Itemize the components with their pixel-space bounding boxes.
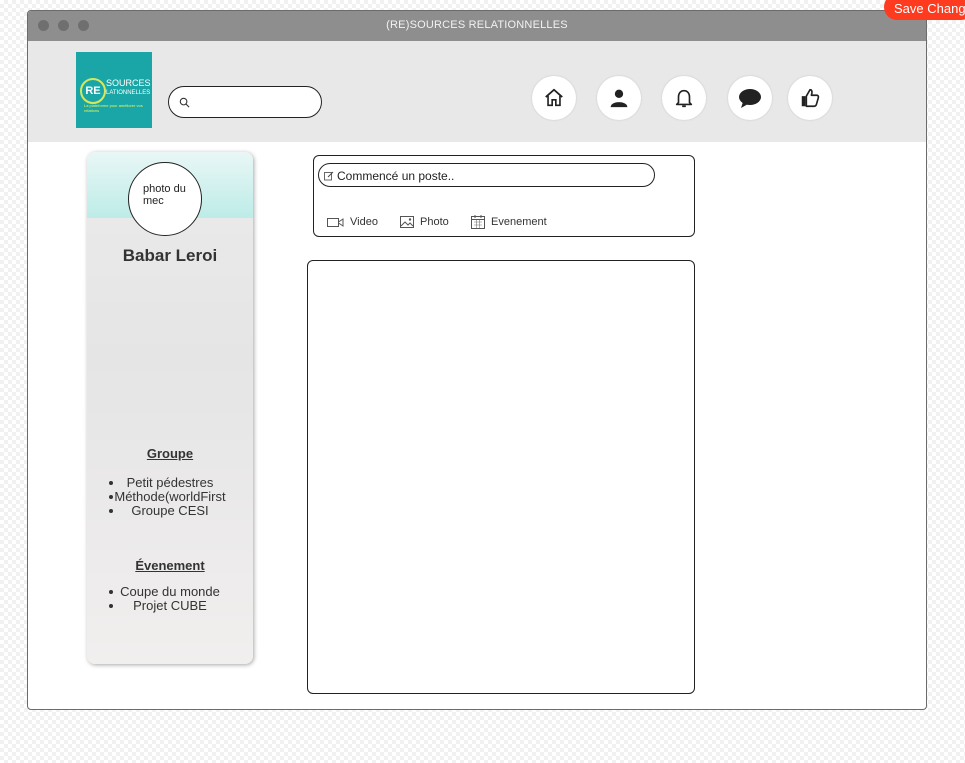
brand-logo[interactable]: RE SOURCES LATIONNELLES La plateforme po… bbox=[76, 52, 152, 128]
event-item[interactable]: Coupe du monde bbox=[87, 585, 253, 599]
nav-profile-button[interactable] bbox=[597, 76, 641, 120]
edit-icon bbox=[324, 171, 334, 181]
post-composer: Commencé un poste.. Video Photo Evenemen… bbox=[313, 155, 695, 237]
events-list: Coupe du monde Projet CUBE bbox=[87, 585, 253, 613]
nav-likes-button[interactable] bbox=[788, 76, 832, 120]
user-icon bbox=[610, 89, 628, 108]
home-icon bbox=[545, 88, 563, 107]
add-video-button[interactable]: Video bbox=[327, 214, 378, 230]
title-bar: (RE)SOURCES RELATIONNELLES bbox=[28, 11, 926, 41]
groups-list: Petit pédestres Méthode(worldFirst Group… bbox=[87, 476, 253, 518]
event-item[interactable]: Projet CUBE bbox=[87, 599, 253, 613]
groups-title: Groupe bbox=[146, 446, 194, 461]
calendar-icon bbox=[471, 215, 485, 229]
window-title: (RE)SOURCES RELATIONNELLES bbox=[386, 19, 568, 31]
chat-icon bbox=[739, 89, 761, 108]
nav-notifications-button[interactable] bbox=[662, 76, 706, 120]
search-icon bbox=[179, 97, 190, 108]
search-bar[interactable] bbox=[168, 86, 322, 118]
add-event-button[interactable]: Evenement bbox=[471, 214, 547, 230]
save-changes-button[interactable]: Save Change bbox=[884, 0, 965, 20]
group-item[interactable]: Méthode(worldFirst bbox=[87, 490, 253, 504]
nav-messages-button[interactable] bbox=[728, 76, 772, 120]
user-name[interactable]: Babar Leroi bbox=[87, 246, 253, 266]
group-item[interactable]: Petit pédestres bbox=[87, 476, 253, 490]
image-icon bbox=[400, 216, 414, 228]
top-header: RE SOURCES LATIONNELLES La plateforme po… bbox=[28, 41, 926, 142]
avatar-placeholder-text: photo du mec bbox=[143, 183, 186, 207]
nav-home-button[interactable] bbox=[532, 76, 576, 120]
app-window: (RE)SOURCES RELATIONNELLES RE SOURCES LA… bbox=[27, 10, 927, 710]
new-post-input[interactable]: Commencé un poste.. bbox=[318, 163, 655, 187]
avatar[interactable]: photo du mec bbox=[128, 162, 202, 236]
video-camera-icon bbox=[327, 217, 344, 227]
thumbs-up-icon bbox=[801, 88, 820, 108]
events-title: Évenement bbox=[135, 558, 205, 573]
new-post-placeholder: Commencé un poste.. bbox=[337, 169, 455, 183]
add-photo-button[interactable]: Photo bbox=[400, 214, 449, 230]
profile-card: photo du mec Babar Leroi Groupe Petit pé… bbox=[87, 152, 253, 664]
bell-icon bbox=[675, 89, 693, 108]
group-item[interactable]: Groupe CESI bbox=[87, 504, 253, 518]
news-feed[interactable] bbox=[307, 260, 695, 694]
